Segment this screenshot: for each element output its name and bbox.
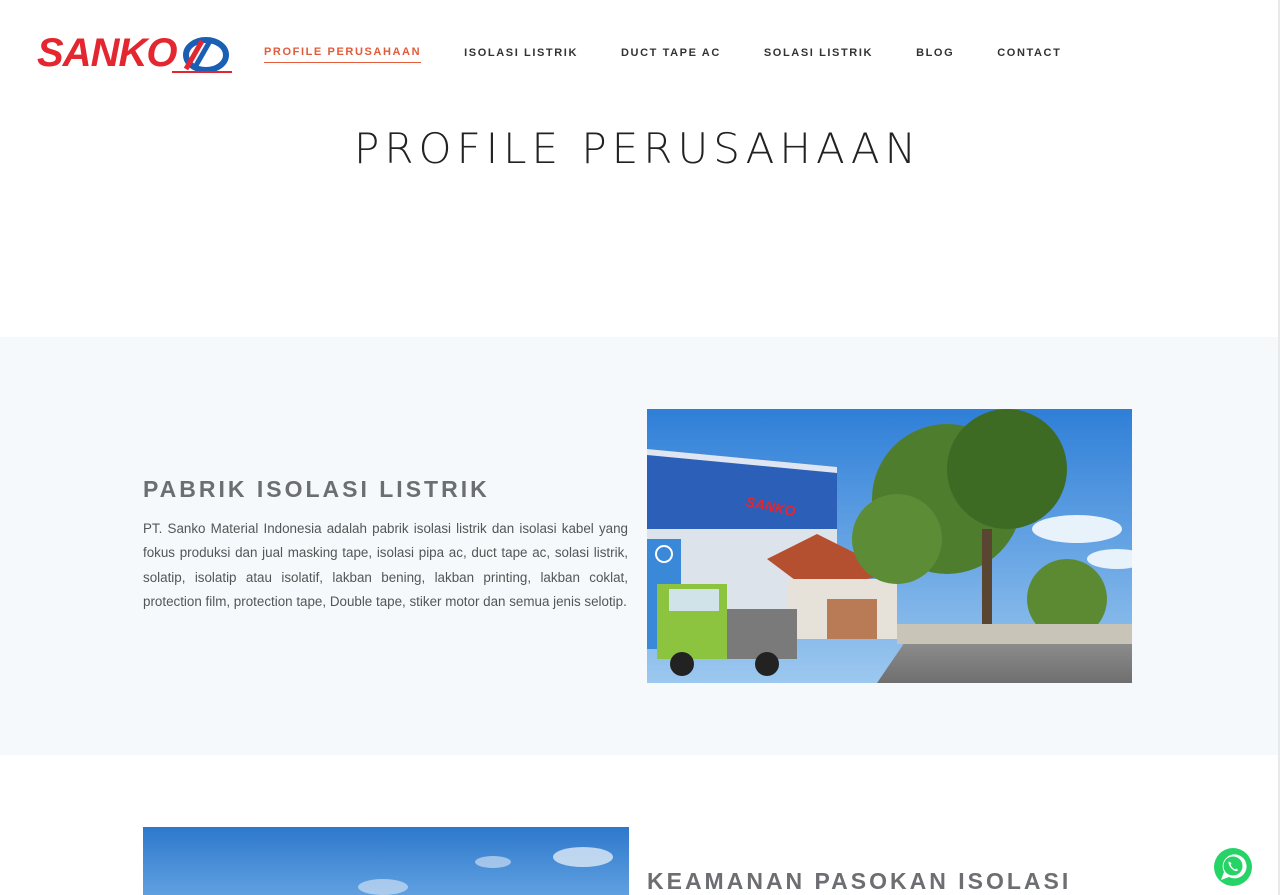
logo-mark-icon [172,37,233,73]
nav-item-contact[interactable]: CONTACT [997,47,1061,63]
logo-wordmark: SANKO [37,31,177,75]
section-body-text: PT. Sanko Material Indonesia adalah pabr… [143,521,628,609]
nav-item-solasi-listrik[interactable]: SOLASI LISTRIK [764,47,873,63]
section-heading-keamanan: KEAMANAN PASOKAN ISOLASI [647,868,1072,894]
page-title: PROFILE PERUSAHAAN [354,124,921,173]
section-heading: PABRIK ISOLASI LISTRIK [143,476,490,502]
nav-item-duct-tape-ac[interactable]: DUCT TAPE AC [621,47,721,63]
whatsapp-button[interactable] [1213,847,1253,887]
nav-item-isolasi-listrik[interactable]: ISOLASI LISTRIK [464,47,578,63]
section-pabrik-isolasi: PABRIK ISOLASI LISTRIK PT. Sanko Materia… [0,337,1278,755]
nav-item-blog[interactable]: BLOG [916,47,954,63]
main-nav: PROFILE PERUSAHAAN ISOLASI LISTRIK DUCT … [264,46,1104,63]
site-header: SANKO PROFILE PERUSAHAAN ISOLASI LISTRIK… [0,0,1280,105]
factory-photo: SANKO [647,409,1132,683]
sanko-logo[interactable]: SANKO [37,30,242,76]
sky-photo [143,827,629,895]
sky-image [143,827,629,895]
nav-item-profile-perusahaan[interactable]: PROFILE PERUSAHAAN [264,46,422,63]
factory-image: SANKO [647,409,1132,683]
whatsapp-icon [1214,848,1252,886]
